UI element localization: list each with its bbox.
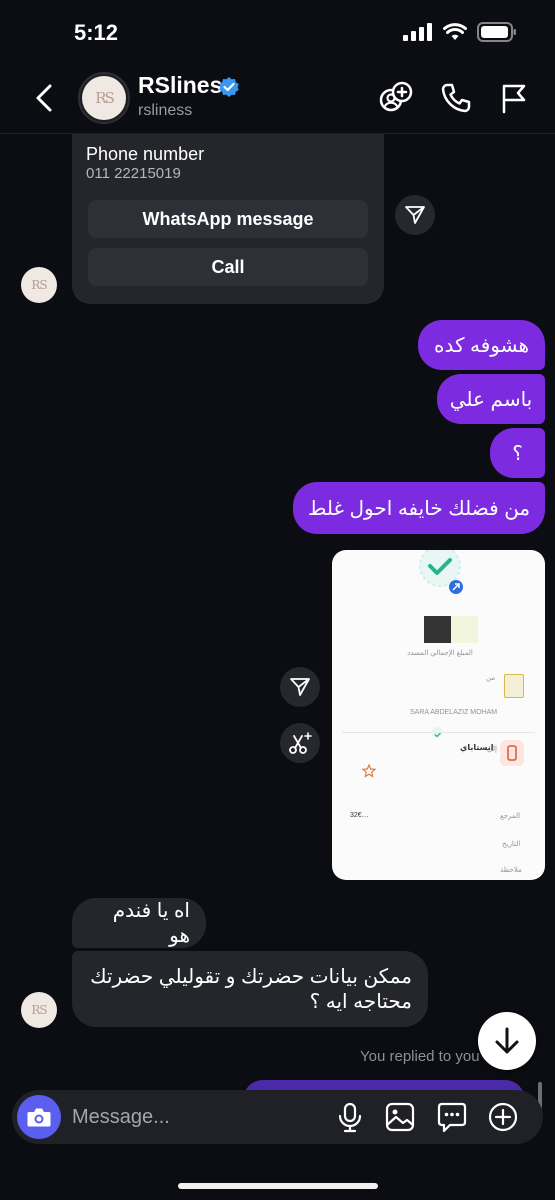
battery-icon bbox=[477, 22, 516, 42]
share-button[interactable] bbox=[395, 195, 435, 235]
home-indicator[interactable] bbox=[178, 1183, 378, 1189]
gallery-icon[interactable] bbox=[384, 1101, 416, 1133]
incoming-message[interactable]: ممكن بيانات حضرتك و تقوليلي حضرتك محتاجه… bbox=[72, 951, 428, 1027]
bank-logo-icon bbox=[504, 674, 524, 698]
avatar[interactable]: RS bbox=[78, 72, 130, 124]
send-icon bbox=[290, 678, 310, 696]
redacted-block bbox=[451, 616, 478, 643]
add-icon[interactable] bbox=[487, 1101, 519, 1133]
amount-label: المبلغ الإجمالي المسدد bbox=[407, 650, 473, 657]
contact-name[interactable]: RSlines bbox=[138, 72, 222, 99]
outgoing-message[interactable]: هشوفه كده bbox=[418, 320, 545, 370]
receipt-image[interactable]: المبلغ الإجمالي المسدد من SARA ABDELAZIZ… bbox=[332, 550, 545, 880]
status-bar: 5:12 bbox=[0, 0, 555, 62]
from-label: من bbox=[486, 675, 496, 682]
send-icon bbox=[405, 206, 425, 224]
contact-card: Phone number 011 22215019 WhatsApp messa… bbox=[72, 134, 384, 304]
call-button[interactable]: Call bbox=[88, 248, 368, 286]
success-check-icon bbox=[419, 550, 463, 594]
outgoing-message[interactable]: ؟ bbox=[490, 428, 545, 478]
ai-edit-button[interactable] bbox=[280, 723, 320, 763]
sender-avatar[interactable]: RS bbox=[21, 267, 57, 303]
flag-icon[interactable] bbox=[496, 80, 532, 116]
reference-label: المرجع bbox=[500, 813, 521, 820]
to-name: انستاباي bbox=[460, 743, 494, 752]
card-phone: 011 22215019 bbox=[86, 165, 181, 182]
incoming-message[interactable]: اه يا فندم هو bbox=[72, 898, 206, 948]
phone-call-icon[interactable] bbox=[438, 80, 474, 116]
card-title: Phone number bbox=[86, 144, 205, 164]
chat-header: RS RSlines rsliness bbox=[0, 62, 555, 134]
microphone-icon[interactable] bbox=[334, 1101, 366, 1133]
message-composer bbox=[12, 1090, 543, 1144]
arrow-down-icon bbox=[495, 1027, 519, 1054]
from-name: SARA ABDELAZIZ MOHAM bbox=[410, 709, 498, 716]
contact-handle: rsliness bbox=[138, 102, 193, 119]
sender-avatar[interactable]: RS bbox=[21, 992, 57, 1028]
reference-value: 32€… bbox=[350, 812, 369, 819]
redacted-block bbox=[424, 616, 451, 643]
status-time: 5:12 bbox=[74, 20, 119, 45]
date-label: التاريخ bbox=[502, 841, 521, 848]
message-input[interactable] bbox=[72, 1090, 322, 1144]
scroll-to-bottom-button[interactable] bbox=[478, 1012, 536, 1070]
camera-button[interactable] bbox=[17, 1095, 61, 1139]
mid-check-icon bbox=[432, 727, 443, 738]
sticker-chat-icon[interactable] bbox=[436, 1101, 468, 1133]
camera-icon bbox=[27, 1108, 51, 1127]
status-icons bbox=[403, 22, 517, 42]
scissors-sparkle-icon bbox=[289, 732, 312, 754]
wifi-icon bbox=[443, 23, 467, 40]
wallet-icon bbox=[500, 740, 524, 766]
signal-icon bbox=[403, 23, 432, 41]
add-people-icon[interactable] bbox=[378, 80, 414, 116]
outgoing-message[interactable]: من فضلك خايفه احول غلط bbox=[293, 482, 545, 534]
back-icon[interactable] bbox=[30, 80, 62, 116]
message-line: محتاجه ايه ؟ bbox=[309, 991, 412, 1013]
message-line: ممكن بيانات حضرتك و تقوليلي حضرتك bbox=[90, 966, 412, 988]
note-label: ملاحظة bbox=[500, 867, 522, 874]
replied-label: You replied to you bbox=[360, 1048, 480, 1065]
favorite-star-icon[interactable] bbox=[362, 764, 376, 778]
outgoing-message[interactable]: باسم علي bbox=[437, 374, 545, 424]
share-button[interactable] bbox=[280, 667, 320, 707]
whatsapp-message-button[interactable]: WhatsApp message bbox=[88, 200, 368, 238]
verified-badge-icon bbox=[219, 77, 239, 97]
avatar-image: RS bbox=[82, 76, 126, 120]
